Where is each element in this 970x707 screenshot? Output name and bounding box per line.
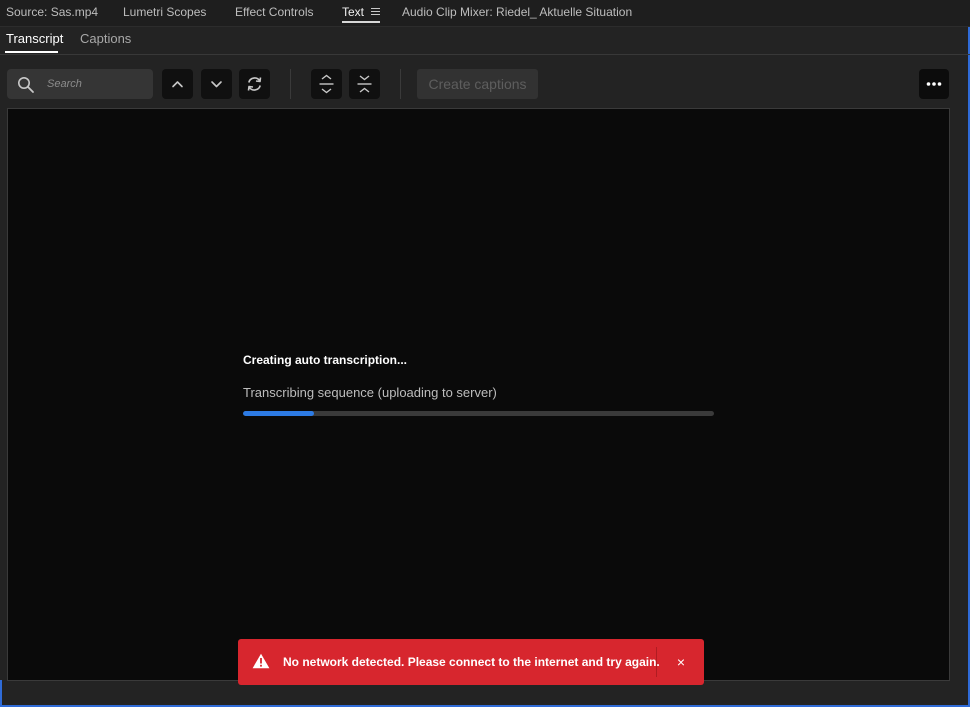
tab-source[interactable]: Source: Sas.mp4 [6,5,98,19]
collapse-icon [357,75,372,93]
refresh-button[interactable] [239,69,270,99]
expand-all-button[interactable] [311,69,342,99]
create-captions-button[interactable]: Create captions [417,69,538,99]
subtab-bar: Transcript Captions [0,26,970,55]
error-message: No network detected. Please connect to t… [283,655,660,669]
chevron-down-icon [211,81,222,88]
search-input[interactable] [47,69,147,99]
collapse-all-button[interactable] [349,69,380,99]
progress-bar [243,411,714,416]
tab-lumetri-scopes[interactable]: Lumetri Scopes [123,5,206,19]
menu-icon[interactable] [371,8,380,16]
panel-tab-bar: Source: Sas.mp4 Lumetri Scopes Effect Co… [0,0,970,27]
tab-effect-controls[interactable]: Effect Controls [235,5,313,19]
tab-text[interactable]: Text [342,5,364,19]
previous-result-button[interactable] [162,69,193,99]
close-icon[interactable]: × [668,647,694,677]
refresh-icon [247,77,262,91]
error-toast: No network detected. Please connect to t… [238,639,704,685]
toolbar: Create captions [0,55,970,105]
chevron-up-icon [172,81,183,88]
toolbar-divider [400,69,401,99]
search-icon [18,77,34,93]
subtab-captions[interactable]: Captions [80,31,131,46]
status-title: Creating auto transcription... [243,353,408,367]
progress-fill [243,411,314,416]
search-box[interactable] [7,69,153,99]
subtab-transcript-underline [5,51,58,53]
warning-icon [252,653,270,669]
toolbar-divider [290,69,291,99]
subtab-transcript[interactable]: Transcript [6,31,63,46]
panel-focus-frame-left [0,680,2,707]
tab-text-underline [342,21,380,23]
status-subtitle: Transcribing sequence (uploading to serv… [243,385,497,400]
tab-audio-clip-mixer[interactable]: Audio Clip Mixer: Riedel_ Aktuelle Situa… [402,5,632,19]
more-icon [926,82,942,86]
expand-icon [319,74,334,94]
next-result-button[interactable] [201,69,232,99]
more-options-button[interactable] [919,69,949,99]
toast-divider [656,647,657,677]
transcript-area: Creating auto transcription... Transcrib… [7,108,950,681]
